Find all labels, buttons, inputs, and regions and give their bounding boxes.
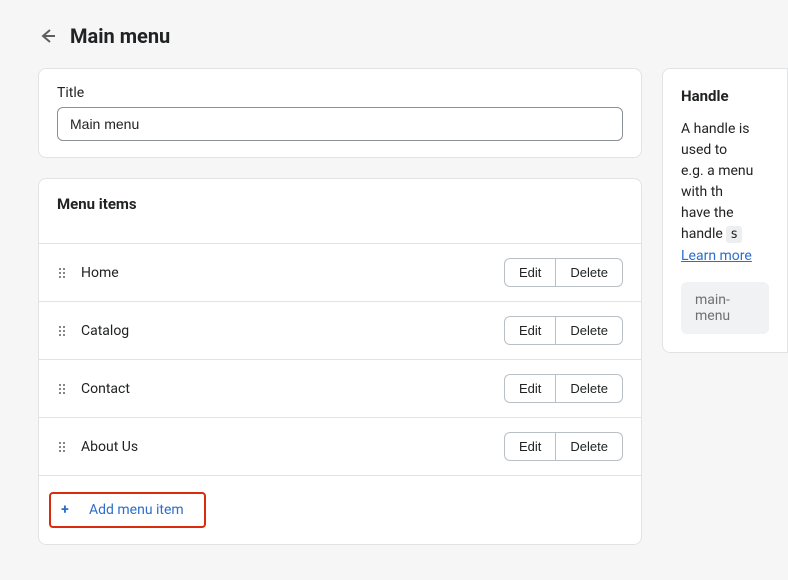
add-menu-item-button[interactable]: + Add menu item [49, 492, 206, 528]
add-menu-item-row: + Add menu item [39, 475, 641, 544]
menu-items-card: Menu items Home Edit Delete Catalog Edit… [38, 178, 642, 545]
page-title: Main menu [70, 24, 170, 48]
delete-button[interactable]: Delete [555, 374, 623, 403]
plus-icon: + [59, 502, 71, 518]
menu-item-label: Contact [81, 381, 490, 397]
handle-card: Handle A handle is used to e.g. a menu w… [662, 68, 788, 353]
delete-button[interactable]: Delete [555, 316, 623, 345]
handle-description: A handle is used to e.g. a menu with th … [681, 119, 769, 245]
menu-item-row: Home Edit Delete [39, 243, 641, 301]
add-menu-item-label: Add menu item [89, 502, 184, 518]
menu-item-row: Contact Edit Delete [39, 359, 641, 417]
menu-item-label: About Us [81, 439, 490, 455]
menu-item-row: About Us Edit Delete [39, 417, 641, 475]
drag-handle-icon[interactable] [57, 325, 67, 337]
edit-button[interactable]: Edit [504, 258, 555, 287]
learn-more-link[interactable]: Learn more [681, 248, 752, 264]
handle-title: Handle [681, 87, 769, 105]
drag-handle-icon[interactable] [57, 267, 67, 279]
back-arrow-icon[interactable] [38, 26, 58, 46]
delete-button[interactable]: Delete [555, 258, 623, 287]
title-input[interactable] [57, 107, 623, 141]
menu-item-row: Catalog Edit Delete [39, 301, 641, 359]
edit-button[interactable]: Edit [504, 374, 555, 403]
page-header: Main menu [0, 24, 788, 68]
title-field-label: Title [57, 85, 623, 101]
menu-items-heading: Menu items [39, 179, 641, 243]
title-card: Title [38, 68, 642, 158]
delete-button[interactable]: Delete [555, 432, 623, 461]
edit-button[interactable]: Edit [504, 432, 555, 461]
handle-value: main-menu [681, 282, 769, 334]
drag-handle-icon[interactable] [57, 441, 67, 453]
drag-handle-icon[interactable] [57, 383, 67, 395]
menu-item-label: Home [81, 265, 490, 281]
edit-button[interactable]: Edit [504, 316, 555, 345]
menu-item-label: Catalog [81, 323, 490, 339]
